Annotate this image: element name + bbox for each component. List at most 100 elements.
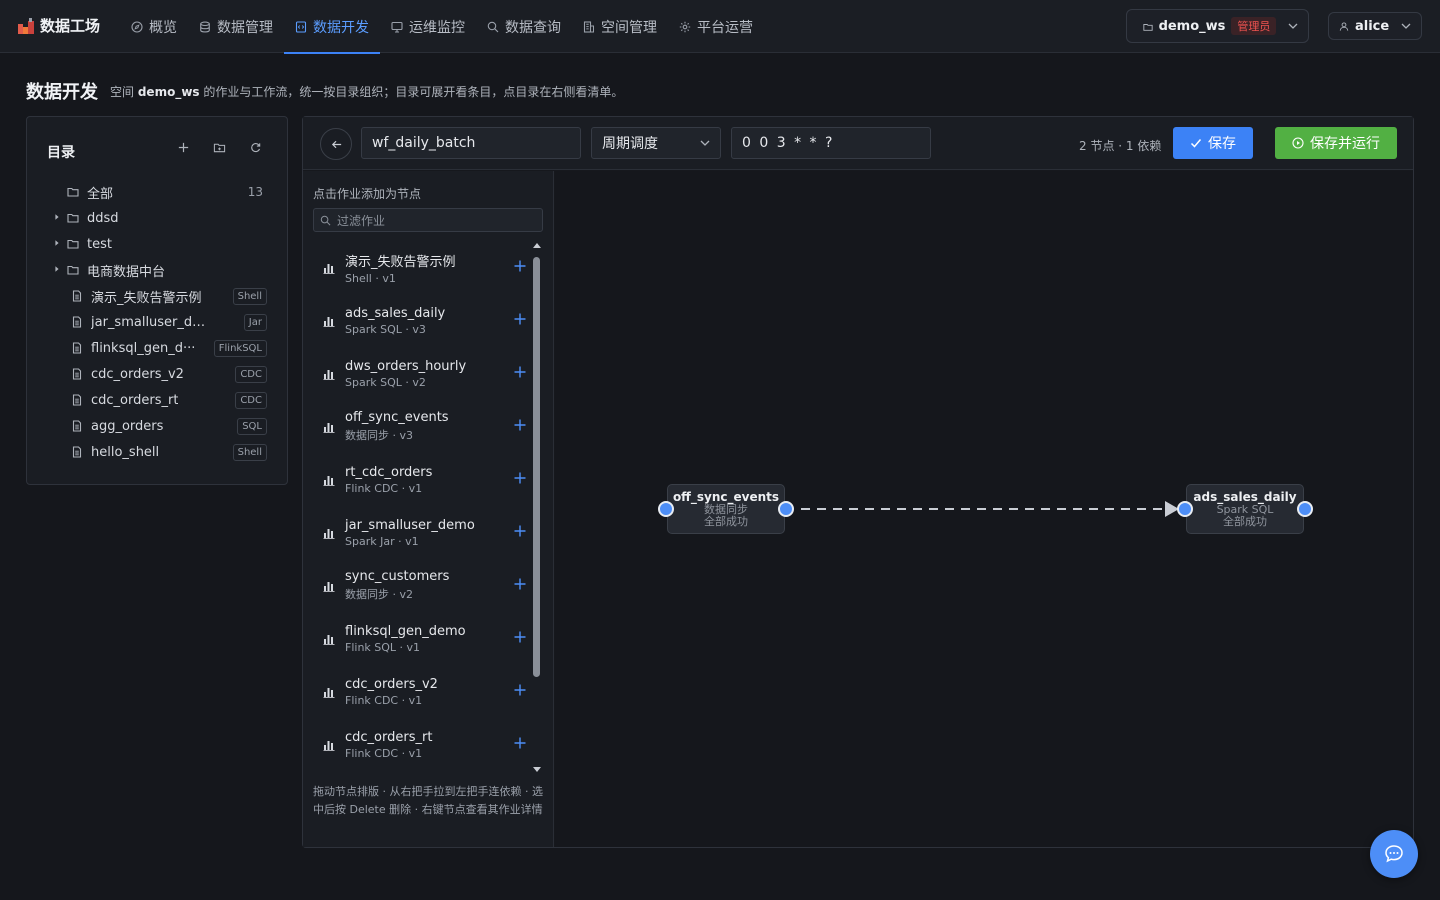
nav-item-3[interactable]: 运维监控 [380,0,476,53]
node-input-handle[interactable] [1177,501,1193,517]
job-name: sync_customers [345,569,450,584]
nav-item-1[interactable]: 数据管理 [188,0,284,53]
user-icon [1339,21,1349,31]
tree-item-job[interactable]: 演示_失败告警示例 Shell [49,283,267,309]
add-node-icon[interactable] [513,577,527,591]
dag-canvas[interactable]: off_sync_events 数据同步 全部成功 ads_sales_dail… [555,171,1413,847]
job-list-item[interactable]: jar_smalluser_demo Spark Jar · v1 [313,506,531,559]
scroll-up-arrow[interactable] [533,243,541,248]
add-node-icon[interactable] [513,683,527,697]
job-type-tag: Shell [232,287,267,305]
caret-right-icon[interactable] [53,213,63,223]
job-list-item[interactable]: flinksql_gen_demo Flink SQL · v1 [313,612,531,665]
job-list-item[interactable]: 演示_失败告警示例 Shell · v1 [313,241,531,294]
job-list-item[interactable]: sync_customers 数据同步 · v2 [313,559,531,612]
add-node-icon[interactable] [513,418,527,432]
tree-item-job[interactable]: hello_shell Shell [49,439,267,465]
save-and-run-button[interactable]: 保存并运行 [1275,127,1397,159]
job-filter-input[interactable]: 过滤作业 [313,208,543,232]
folder-icon [67,238,79,250]
add-node-icon[interactable] [513,259,527,273]
folder-icon [67,186,79,198]
tree-item-label: test [87,236,112,252]
save-label: 保存 [1208,136,1236,152]
job-list-item[interactable]: off_sync_events 数据同步 · v3 [313,400,531,453]
job-list-item[interactable]: rt_cdc_orders Flink CDC · v1 [313,453,531,506]
brand-name: 数据工场 [40,17,101,35]
schedule-type-select[interactable]: 周期调度 [591,127,721,159]
tree-item-job[interactable]: jar_smalluser_demo Jar [49,309,267,335]
node-output-handle[interactable] [778,501,794,517]
back-button[interactable] [320,128,352,160]
nav-item-label: 数据查询 [505,19,561,36]
job-list-item[interactable]: ads_sales_daily Spark SQL · v3 [313,294,531,347]
add-node-icon[interactable] [513,736,527,750]
save-button[interactable]: 保存 [1173,127,1253,159]
tree-item-label: ddsd [87,210,119,226]
refresh-icon[interactable] [249,141,263,155]
nav-item-label: 运维监控 [409,19,465,36]
workflow-editor: wf_daily_batch 周期调度 0 0 3 * * ? 2 节点 · 1… [302,116,1414,848]
node-input-handle[interactable] [658,501,674,517]
user-menu[interactable]: alice [1328,12,1422,40]
job-meta: 数据同步 · v2 [345,588,413,601]
nav-item-4[interactable]: 数据查询 [476,0,572,53]
cron-input[interactable]: 0 0 3 * * ? [731,127,931,159]
nav-item-2[interactable]: 数据开发 [284,0,380,54]
scroll-thumb[interactable] [533,257,540,677]
job-list-item[interactable]: cdc_orders_rt Flink CDC · v1 [313,718,531,771]
add-node-icon[interactable] [513,471,527,485]
job-list-scrollbar[interactable] [531,241,543,774]
caret-right-icon[interactable] [53,239,63,249]
scroll-down-arrow[interactable] [533,767,541,772]
nav-item-label: 概览 [149,19,177,36]
graph-node-ads-sales-daily[interactable]: ads_sales_daily Spark SQL 全部成功 [1177,484,1313,534]
job-type-tag: CDC [235,365,267,383]
chat-bubble-icon [1385,845,1403,863]
folder-icon [1142,21,1153,31]
search-icon [320,215,331,226]
add-node-icon[interactable] [513,365,527,379]
tree-item-label: 电商数据中台 [87,264,166,280]
nav-item-0[interactable]: 概览 [120,0,188,53]
tree-item-all[interactable]: 全部 13 [49,179,267,205]
tree-item-label: agg_orders [91,418,164,434]
folder-icon[interactable] [213,141,227,155]
tree-item-job[interactable]: cdc_orders_rt CDC [49,387,267,413]
job-list-item[interactable]: cdc_orders_v2 Flink CDC · v1 [313,665,531,718]
file-icon [71,420,83,432]
job-type-tag: CDC [235,391,267,409]
add-node-icon[interactable] [513,312,527,326]
tree-item-job[interactable]: cdc_orders_v2 CDC [49,361,267,387]
node-output-handle[interactable] [1297,501,1313,517]
add-node-icon[interactable] [513,630,527,644]
tree-item-job[interactable]: agg_orders SQL [49,413,267,439]
workspace-switcher[interactable]: demo_ws 管理员 [1126,9,1309,43]
check-icon [1190,137,1202,149]
bar-chart-icon [323,527,335,539]
add-node-icon[interactable] [513,524,527,538]
caret-right-icon[interactable] [53,265,63,275]
workflow-name-input[interactable]: wf_daily_batch [361,127,581,159]
nav-item-5[interactable]: 空间管理 [572,0,668,53]
file-icon [71,342,83,354]
job-meta: Flink CDC · v1 [345,746,423,760]
job-list-item[interactable]: dws_orders_hourly Spark SQL · v2 [313,347,531,400]
nav-item-6[interactable]: 平台运营 [668,0,764,53]
file-icon [71,446,83,458]
desc-suffix: 的作业与工作流，统一按目录组织；目录可展开看条目，点目录在右侧看清单。 [203,85,624,99]
file-icon [71,290,83,302]
tree-item-folder[interactable]: 电商数据中台 [49,257,267,283]
brand[interactable]: 数据工场 [18,15,100,36]
plus-icon[interactable] [177,141,191,155]
graph-node-off-sync-events[interactable]: off_sync_events 数据同步 全部成功 [658,484,794,534]
job-palette: 点击作业添加为节点 过滤作业 演示_失败告警示例 Shell · v1 ads_sa… [303,171,554,847]
folder-icon [67,212,79,224]
chat-button[interactable] [1370,830,1418,878]
tree-item-folder[interactable]: ddsd [49,205,267,231]
tree-item-job[interactable]: flinksql_gen_d··· FlinkSQL [49,335,267,361]
job-meta: 数据同步 · v3 [345,429,413,442]
job-type-tag: Jar [243,313,267,331]
tree-item-folder[interactable]: test [49,231,267,257]
job-name: dws_orders_hourly [345,358,467,374]
